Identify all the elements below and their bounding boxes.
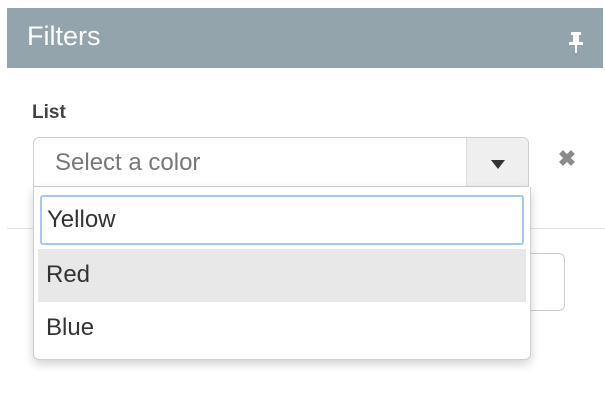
color-select[interactable]: Select a color — [33, 137, 529, 187]
clear-icon[interactable]: ✖ — [556, 148, 578, 170]
select-dropdown: Yellow Red Blue — [33, 187, 531, 360]
option-blue[interactable]: Blue — [38, 302, 526, 355]
pin-icon[interactable] — [566, 31, 586, 55]
panel-header: Filters — [7, 8, 603, 68]
caret-down-icon — [491, 160, 505, 169]
select-toggle[interactable] — [466, 138, 528, 186]
option-red[interactable]: Red — [38, 249, 526, 302]
filters-panel: Filters List Select a color ✖ Yellow Red… — [0, 0, 605, 404]
dropdown-search-input[interactable]: Yellow — [40, 195, 524, 245]
panel-title: Filters — [27, 21, 101, 51]
field-label-list: List — [32, 102, 66, 123]
select-placeholder: Select a color — [55, 149, 201, 176]
